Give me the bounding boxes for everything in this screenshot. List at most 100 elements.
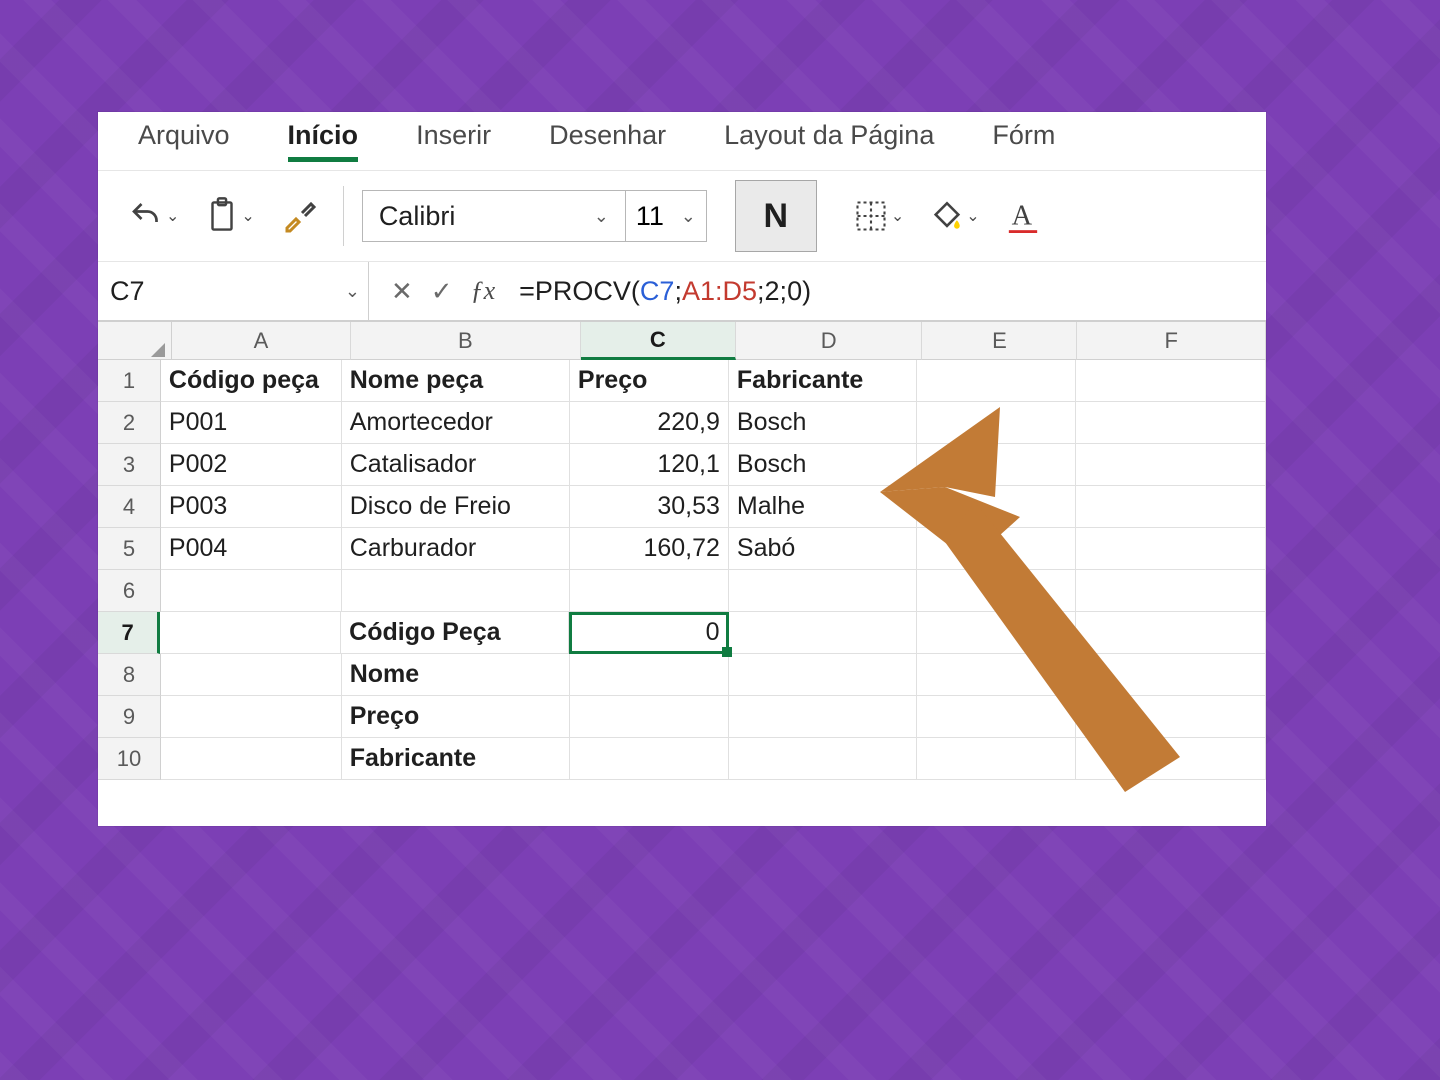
fx-icon[interactable]: ƒx <box>471 276 496 306</box>
cell[interactable] <box>729 570 917 612</box>
cell[interactable] <box>161 738 342 780</box>
row-header-3[interactable]: 3 <box>98 444 161 486</box>
cell[interactable]: 220,9 <box>570 402 729 444</box>
cell[interactable] <box>161 696 342 738</box>
cell[interactable]: Código Peça <box>341 612 569 654</box>
cell[interactable]: P001 <box>161 402 342 444</box>
row-header-1[interactable]: 1 <box>98 360 161 402</box>
tab-inicio[interactable]: Início <box>288 112 359 162</box>
cell[interactable] <box>729 612 917 654</box>
cell[interactable]: Fabricante <box>729 360 917 402</box>
cell[interactable]: Amortecedor <box>342 402 570 444</box>
cell[interactable] <box>570 738 729 780</box>
col-header-E[interactable]: E <box>922 322 1077 360</box>
cell[interactable] <box>1076 402 1266 444</box>
paste-button[interactable]: ⌄ <box>197 187 262 245</box>
cell[interactable] <box>917 654 1076 696</box>
cell[interactable] <box>917 696 1076 738</box>
cell[interactable]: Código peça <box>161 360 342 402</box>
cell[interactable]: 30,53 <box>570 486 729 528</box>
cell[interactable]: Bosch <box>729 402 917 444</box>
cell[interactable] <box>1076 738 1266 780</box>
row-header-5[interactable]: 5 <box>98 528 161 570</box>
cell[interactable]: 120,1 <box>570 444 729 486</box>
cell[interactable] <box>1076 696 1266 738</box>
format-painter-button[interactable] <box>273 187 325 245</box>
row-header-9[interactable]: 9 <box>98 696 161 738</box>
row-header-8[interactable]: 8 <box>98 654 161 696</box>
cell[interactable]: Disco de Freio <box>342 486 570 528</box>
cell[interactable]: Preço <box>342 696 570 738</box>
cell[interactable] <box>570 570 729 612</box>
cell[interactable]: Fabricante <box>342 738 570 780</box>
tab-inserir[interactable]: Inserir <box>416 112 491 157</box>
cell[interactable] <box>917 528 1076 570</box>
row-header-6[interactable]: 6 <box>98 570 161 612</box>
cell[interactable] <box>1076 528 1266 570</box>
cell[interactable]: Preço <box>570 360 729 402</box>
cell[interactable] <box>1076 654 1266 696</box>
cell[interactable]: Nome peça <box>342 360 570 402</box>
cell[interactable] <box>161 654 342 696</box>
cell[interactable] <box>917 570 1076 612</box>
cell[interactable] <box>1076 444 1266 486</box>
cell[interactable] <box>570 696 729 738</box>
select-all-corner[interactable] <box>98 322 172 360</box>
col-header-A[interactable]: A <box>172 322 351 360</box>
font-name-dropdown[interactable]: Calibri ⌄ <box>363 191 626 241</box>
cell[interactable] <box>729 654 917 696</box>
row-header-4[interactable]: 4 <box>98 486 161 528</box>
cell[interactable] <box>342 570 570 612</box>
cell[interactable]: P002 <box>161 444 342 486</box>
cell[interactable]: 160,72 <box>570 528 729 570</box>
formula-bar-buttons: ✕ ✓ ƒx <box>369 276 517 307</box>
borders-button[interactable]: ⌄ <box>845 187 912 245</box>
cell[interactable] <box>729 738 917 780</box>
cell[interactable] <box>917 444 1076 486</box>
cell[interactable]: P003 <box>161 486 342 528</box>
tab-desenhar[interactable]: Desenhar <box>549 112 666 157</box>
cell[interactable]: Nome <box>342 654 570 696</box>
row-header-2[interactable]: 2 <box>98 402 161 444</box>
cell-selected[interactable]: 0 <box>569 612 728 654</box>
cell[interactable]: Malhe <box>729 486 917 528</box>
col-header-F[interactable]: F <box>1077 322 1266 360</box>
cell[interactable] <box>1076 486 1266 528</box>
font-color-button[interactable]: A <box>998 187 1048 245</box>
tab-layout-pagina[interactable]: Layout da Página <box>724 112 934 157</box>
col-header-C[interactable]: C <box>581 322 736 360</box>
cell[interactable] <box>570 654 729 696</box>
tab-arquivo[interactable]: Arquivo <box>138 112 230 157</box>
cell[interactable] <box>917 486 1076 528</box>
cell[interactable] <box>1076 360 1266 402</box>
cell[interactable]: Bosch <box>729 444 917 486</box>
cell[interactable]: Catalisador <box>342 444 570 486</box>
chevron-down-icon: ⌄ <box>594 206 609 227</box>
cell[interactable] <box>917 360 1076 402</box>
cell[interactable] <box>1076 570 1266 612</box>
cell[interactable] <box>917 402 1076 444</box>
cell[interactable] <box>1076 612 1266 654</box>
name-box[interactable]: C7 ⌄ <box>98 262 369 320</box>
font-size-value: 11 <box>636 201 664 232</box>
undo-button[interactable]: ⌄ <box>120 187 187 245</box>
cell[interactable] <box>917 612 1076 654</box>
col-header-D[interactable]: D <box>736 322 923 360</box>
enter-formula-icon[interactable]: ✓ <box>431 276 453 307</box>
row-header-10[interactable]: 10 <box>98 738 161 780</box>
formula-bar-input[interactable]: =PROCV( C7 ; A1:D5 ; 2 ; 0 ) <box>517 262 1266 320</box>
tab-formulas[interactable]: Fórm <box>992 112 1055 157</box>
col-header-B[interactable]: B <box>351 322 581 360</box>
cell[interactable]: Sabó <box>729 528 917 570</box>
cell[interactable]: P004 <box>161 528 342 570</box>
fill-color-button[interactable]: ⌄ <box>922 187 987 245</box>
cell[interactable] <box>729 696 917 738</box>
cell[interactable] <box>161 570 342 612</box>
cell[interactable] <box>160 612 341 654</box>
cell[interactable] <box>917 738 1076 780</box>
cell[interactable]: Carburador <box>342 528 570 570</box>
cancel-formula-icon[interactable]: ✕ <box>391 276 413 307</box>
font-size-dropdown[interactable]: 11 ⌄ <box>626 191 706 241</box>
row-header-7[interactable]: 7 <box>98 612 160 654</box>
bold-button[interactable]: N <box>735 180 817 252</box>
